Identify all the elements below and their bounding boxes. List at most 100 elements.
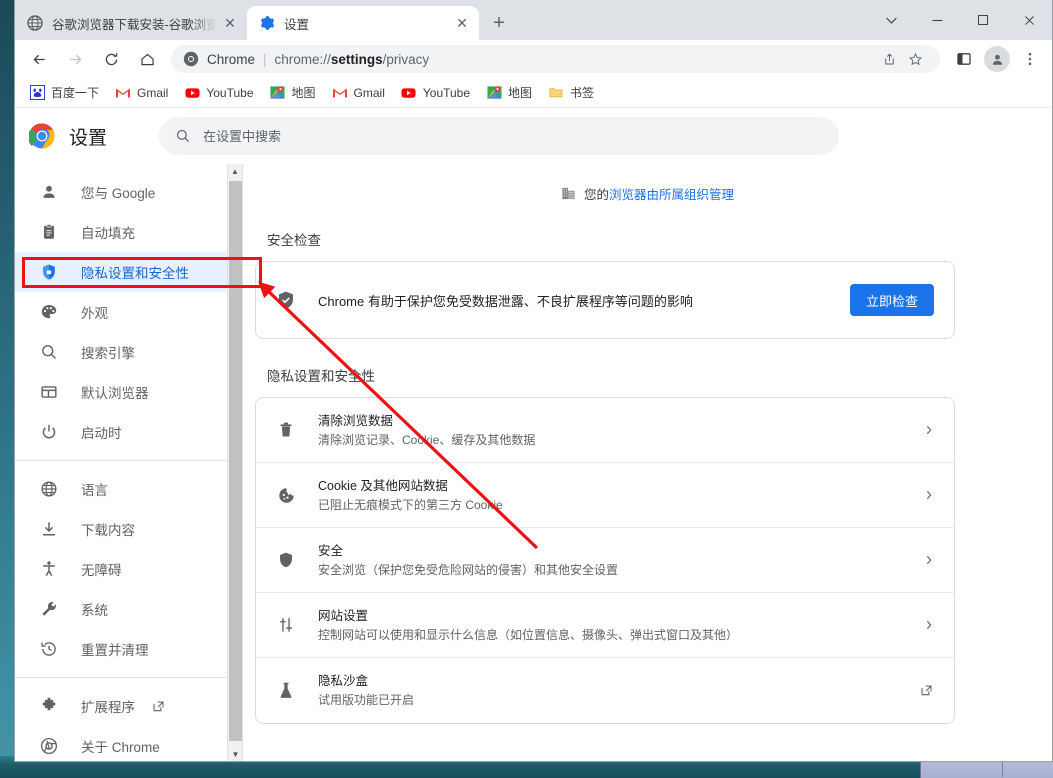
bookmark-maps-2[interactable]: 地图: [478, 81, 540, 105]
safety-check-heading: 安全检查: [267, 233, 321, 248]
setting-row-title: 安全: [318, 543, 344, 558]
setting-row-clear-browsing-data[interactable]: 清除浏览数据 清除浏览记录、Cookie、缓存及其他数据: [256, 398, 954, 463]
safety-check-text: Chrome 有助于保护您免受数据泄露、不良扩展程序等问题的影响: [318, 293, 693, 309]
tab-active-settings[interactable]: 设置 ✕: [247, 6, 479, 40]
sidebar-item-label: 启动时: [81, 426, 122, 441]
forward-button[interactable]: [60, 44, 90, 74]
sidebar-item-privacy-and-security[interactable]: 隐私设置和安全性: [15, 252, 242, 292]
chevron-right-icon[interactable]: [924, 555, 934, 565]
wrench-icon: [39, 599, 59, 619]
history-restore-icon: [39, 639, 59, 659]
sidebar-item-autofill[interactable]: 自动填充: [15, 212, 242, 252]
sidebar-item-about-chrome[interactable]: 关于 Chrome: [15, 726, 242, 761]
sidebar-item-system[interactable]: 系统: [15, 589, 242, 629]
new-tab-button[interactable]: +: [485, 9, 513, 37]
settings-search-box[interactable]: [159, 117, 840, 155]
gmail-icon: [332, 85, 348, 101]
back-button[interactable]: [24, 44, 54, 74]
bookmark-label: YouTube: [206, 85, 254, 100]
managed-banner-prefix: 您的: [583, 188, 609, 202]
setting-row-body: 清除浏览数据 清除浏览记录、Cookie、缓存及其他数据: [318, 412, 914, 449]
settings-page: 设置 在设置中搜索 您与 Google 自动填充 隐私设置和安全性 外观 搜索引…: [15, 108, 1052, 761]
omnibox-actions: [876, 46, 928, 72]
sidebar-item-label: 您与 Google: [81, 186, 156, 201]
share-icon[interactable]: [876, 46, 902, 72]
security-chip-label: Chrome: [207, 51, 256, 67]
reload-button[interactable]: [96, 44, 126, 74]
bookmark-gmail-1[interactable]: Gmail: [107, 81, 176, 105]
side-panel-icon[interactable]: [950, 44, 978, 74]
gmail-icon: [115, 85, 131, 101]
url-prefix: chrome://: [274, 51, 331, 67]
sidebar-item-extensions[interactable]: 扩展程序: [15, 686, 242, 726]
avatar-icon[interactable]: [984, 46, 1010, 72]
sidebar-item-label: 重置并清理: [81, 643, 149, 658]
url-suffix: /privacy: [382, 51, 430, 67]
accessibility-icon: [39, 559, 59, 579]
globe-icon: [27, 15, 43, 31]
bookmark-gmail-2[interactable]: Gmail: [324, 81, 393, 105]
search-icon: [175, 128, 191, 144]
managed-banner-link[interactable]: 浏览器由所属组织管理: [609, 184, 734, 203]
sidebar-item-languages[interactable]: 语言: [15, 469, 242, 509]
setting-row-body: 安全 安全浏览（保护您免受危险网站的侵害）和其他安全设置: [318, 542, 914, 579]
close-icon[interactable]: ✕: [453, 14, 471, 32]
bookmark-label: 地图: [291, 86, 316, 100]
privacy-section-heading: 隐私设置和安全性: [267, 369, 375, 384]
sidebar-item-on-startup[interactable]: 启动时: [15, 412, 242, 452]
bookmark-youtube-2[interactable]: YouTube: [393, 81, 478, 105]
sidebar-item-accessibility[interactable]: 无障碍: [15, 549, 242, 589]
scroll-up-arrow-icon[interactable]: ▲: [228, 164, 242, 179]
setting-row-title: 网站设置: [318, 608, 369, 623]
bookmark-label: Gmail: [353, 85, 385, 100]
sidebar-scrollbar[interactable]: ▲ ▼: [227, 164, 243, 761]
setting-row-privacy-sandbox[interactable]: 隐私沙盒 试用版功能已开启: [256, 658, 954, 723]
setting-row-body: 隐私沙盒 试用版功能已开启: [318, 672, 909, 709]
tab-inactive-download-page[interactable]: 谷歌浏览器下载安装-谷歌浏览器 ✕: [15, 6, 247, 40]
three-dot-menu-icon[interactable]: [1016, 44, 1044, 74]
bookmark-folder[interactable]: 书签: [540, 81, 602, 105]
cookie-icon: [276, 485, 296, 505]
star-icon[interactable]: [902, 46, 928, 72]
sidebar-item-you-and-google[interactable]: 您与 Google: [15, 172, 242, 212]
sidebar-item-appearance[interactable]: 外观: [15, 292, 242, 332]
bookmark-maps-1[interactable]: 地图: [262, 81, 324, 105]
bookmark-youtube-1[interactable]: YouTube: [176, 81, 261, 105]
external-link-icon[interactable]: [151, 699, 166, 714]
sidebar-item-search-engine[interactable]: 搜索引擎: [15, 332, 242, 372]
chrome-logo-icon: [28, 123, 55, 149]
omnibox-url: chrome://settings/privacy: [275, 52, 430, 67]
search-input[interactable]: [203, 128, 824, 144]
address-bar[interactable]: Chrome | chrome://settings/privacy: [171, 45, 940, 73]
chrome-browser-window: 谷歌浏览器下载安装-谷歌浏览器 ✕ 设置 ✕ + Chrome | chrome…: [14, 0, 1053, 762]
globe-icon: [39, 479, 59, 499]
chevron-right-icon[interactable]: [924, 425, 934, 435]
tab-search-button[interactable]: [868, 0, 914, 40]
setting-row-security[interactable]: 安全 安全浏览（保护您免受危险网站的侵害）和其他安全设置: [256, 528, 954, 593]
scroll-down-arrow-icon[interactable]: ▼: [228, 747, 243, 761]
sidebar-item-label: 扩展程序: [81, 700, 135, 715]
chevron-right-icon[interactable]: [924, 620, 934, 630]
bookmark-baidu[interactable]: 百度一下: [21, 81, 107, 105]
sidebar-item-default-browser[interactable]: 默认浏览器: [15, 372, 242, 412]
chevron-right-icon[interactable]: [924, 490, 934, 500]
run-safety-check-button[interactable]: 立即检查: [849, 284, 934, 316]
home-button[interactable]: [132, 44, 162, 74]
setting-row-title: 隐私沙盒: [318, 674, 369, 688]
scrollbar-thumb[interactable]: [229, 181, 242, 741]
setting-row-cookies[interactable]: Cookie 及其他网站数据 已阻止无痕模式下的第三方 Cookie: [256, 463, 954, 528]
setting-row-subtitle: 已阻止无痕模式下的第三方 Cookie: [318, 497, 503, 512]
close-icon[interactable]: ✕: [221, 14, 239, 32]
sidebar-item-downloads[interactable]: 下载内容: [15, 509, 242, 549]
sidebar-item-label: 默认浏览器: [81, 386, 149, 401]
setting-row-site-settings[interactable]: 网站设置 控制网站可以使用和显示什么信息（如位置信息、摄像头、弹出式窗口及其他）: [256, 593, 954, 658]
sidebar-item-reset-and-cleanup[interactable]: 重置并清理: [15, 629, 242, 669]
building-icon: [561, 186, 576, 201]
sidebar-item-label: 外观: [81, 306, 108, 321]
sidebar-item-label: 系统: [81, 603, 108, 618]
sidebar-item-label: 自动填充: [81, 226, 135, 241]
close-button[interactable]: [1006, 0, 1052, 40]
minimize-button[interactable]: [914, 0, 960, 40]
external-link-icon[interactable]: [919, 683, 934, 698]
maximize-button[interactable]: [960, 0, 1006, 40]
